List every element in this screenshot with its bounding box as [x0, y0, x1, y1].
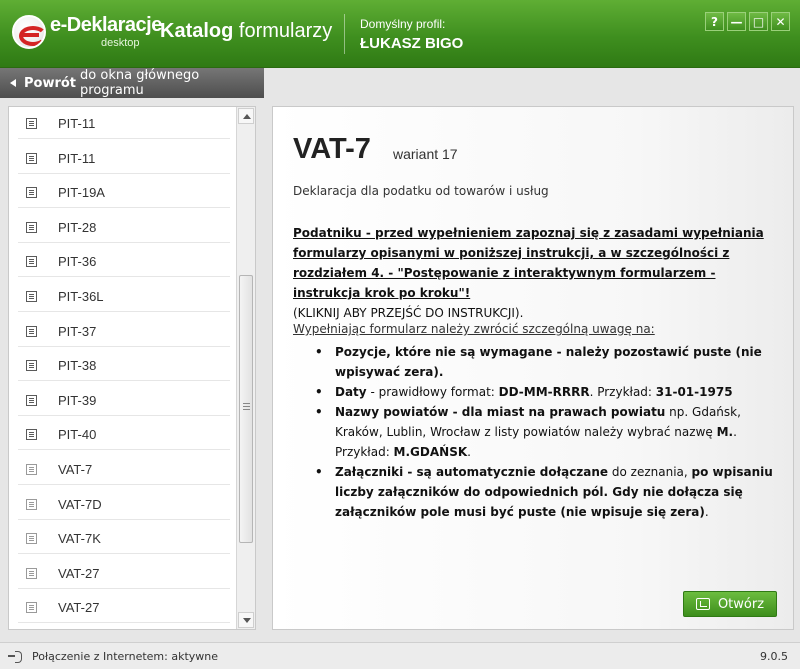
back-label: do okna głównego programu [80, 68, 200, 98]
form-list-item[interactable]: VAT-7 [18, 455, 230, 485]
maximize-button[interactable]: □ [749, 12, 768, 31]
connection-status: Połączenie z Internetem: aktywne [32, 650, 219, 663]
form-list-item[interactable]: VAT-27 [18, 593, 230, 624]
document-icon [26, 602, 37, 614]
form-list-item[interactable]: PIT-38 [18, 351, 230, 382]
form-list-item[interactable]: PIT-40 [18, 420, 230, 451]
back-button[interactable]: Powrót do okna głównego programu [0, 68, 264, 98]
form-list: PIT-11 PIT-11 PIT-19A PIT-28 PIT-36 PIT-36L PI… [8, 106, 256, 630]
logo-title: e-Deklaracje [50, 14, 162, 36]
form-name: VAT-7 [293, 133, 371, 165]
form-list-item[interactable]: VAT-27 [18, 559, 230, 589]
back-arrow-icon [10, 79, 16, 87]
form-list-item-label: PIT-39 [58, 392, 97, 408]
form-list-item[interactable]: PIT-39 [18, 386, 230, 416]
plug-icon [8, 651, 22, 663]
form-list-item[interactable]: PIT-36 [18, 247, 230, 278]
form-list-item[interactable]: PIT-19A [18, 178, 230, 209]
document-icon [26, 394, 37, 406]
document-icon [26, 429, 37, 441]
form-list-item[interactable]: VAT-7D [18, 490, 230, 520]
form-list-item[interactable]: PIT-11 [18, 144, 230, 174]
scroll-thumb[interactable] [239, 275, 253, 543]
form-list-item-label: VAT-27 [58, 600, 100, 616]
form-list-item-label: VAT-7 [58, 462, 93, 477]
notes-title: Wypełniając formularz należy zwrócić szc… [293, 322, 655, 336]
header-divider [344, 14, 345, 54]
form-list-item-label: PIT-36L [58, 289, 104, 304]
instruction-hint: (KLIKNIJ ABY PRZEJŚĆ DO INSTRUKCJI). [293, 306, 524, 320]
form-list-item-label: VAT-27 [58, 565, 100, 581]
list-scrollbar[interactable] [236, 107, 255, 629]
grip-icon [243, 403, 250, 410]
form-list-item-label: PIT-19A [58, 185, 105, 201]
form-list-item-label: PIT-28 [58, 219, 97, 235]
document-icon [26, 118, 37, 129]
document-icon [26, 464, 37, 475]
scroll-up-icon[interactable] [238, 108, 254, 124]
form-list-item-label: VAT-7D [58, 496, 102, 512]
document-icon [26, 533, 37, 545]
status-bar: Połączenie z Internetem: aktywne 9.0.5 [0, 642, 800, 669]
instruction-block: Podatniku - przed wypełnieniem zapoznaj … [293, 223, 783, 323]
window-controls: ? — □ ✕ [705, 12, 790, 31]
minimize-button[interactable]: — [727, 12, 746, 31]
open-button[interactable]: Otwórz [683, 591, 777, 617]
app-title-rest: formularzy [233, 20, 333, 42]
document-icon [26, 325, 37, 337]
form-list-item[interactable]: PIT-37 [18, 317, 230, 347]
document-icon [26, 187, 37, 199]
app-version: 9.0.5 [760, 650, 788, 663]
scroll-down-icon[interactable] [238, 612, 254, 628]
form-list-item[interactable]: PIT-36L [18, 282, 230, 312]
form-details: VAT-7 wariant 17 Deklaracja dla podatku … [272, 106, 794, 630]
form-list-item[interactable]: PIT-28 [18, 213, 230, 243]
back-label-bold: Powrót [24, 75, 77, 91]
document-icon [26, 498, 37, 510]
help-button[interactable]: ? [705, 12, 724, 31]
form-list-item-label: PIT-11 [58, 150, 96, 166]
document-icon [26, 291, 37, 302]
form-list-item[interactable]: VAT-7K [18, 524, 230, 555]
form-list-item-label: PIT-37 [58, 323, 97, 339]
close-button[interactable]: ✕ [771, 12, 790, 31]
document-icon [26, 567, 37, 579]
notes-list: Pozycje, które nie są wymagane - należy … [313, 342, 783, 522]
toolbar-spacer [264, 68, 800, 98]
logo-subtitle: desktop [101, 37, 140, 49]
app-title-bold: Katalog [160, 20, 234, 42]
document-icon [26, 360, 37, 372]
form-description: Deklaracja dla podatku od towarów i usłu… [293, 184, 549, 198]
app-header: e-Deklaracje desktop Katalog formularzy … [0, 0, 800, 68]
form-list-item-label: PIT-38 [58, 358, 97, 374]
note-item: Nazwy powiatów - dla miast na prawach po… [313, 402, 783, 462]
note-item: Załączniki - są automatycznie dołączane … [313, 462, 783, 522]
note-item: Pozycje, które nie są wymagane - należy … [313, 342, 783, 382]
app-logo-icon [12, 15, 46, 49]
form-variant: wariant 17 [393, 146, 458, 162]
profile-name: ŁUKASZ BIGO [360, 35, 464, 52]
form-list-item-label: PIT-11 [58, 116, 96, 131]
form-list-item-label: PIT-36 [58, 254, 97, 270]
form-list-item-label: PIT-40 [58, 427, 97, 443]
document-icon [26, 256, 37, 268]
open-form-icon [695, 598, 710, 610]
document-icon [26, 221, 37, 233]
note-item: Daty - prawidłowy format: DD-MM-RRRR. Pr… [313, 382, 783, 402]
document-icon [26, 152, 37, 164]
form-list-item-label: VAT-7K [58, 531, 101, 547]
app-title: Katalog formularzy [160, 20, 332, 43]
open-button-label: Otwórz [717, 596, 765, 612]
instruction-link[interactable]: Podatniku - przed wypełnieniem zapoznaj … [293, 226, 764, 300]
profile-label: Domyślny profil: [360, 17, 446, 31]
form-list-item[interactable]: PIT-11 [18, 109, 230, 139]
